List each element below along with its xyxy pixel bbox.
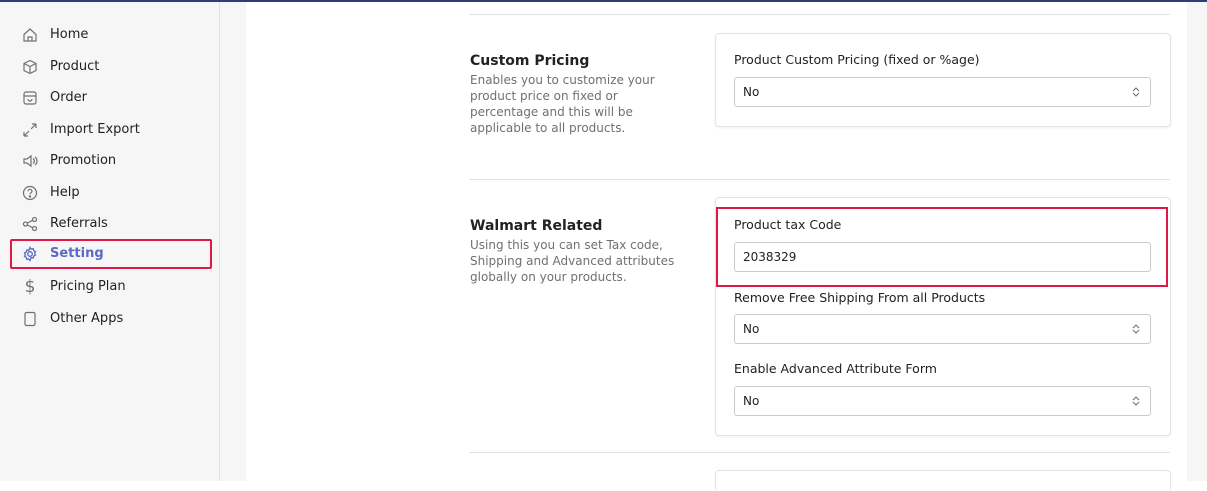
sidebar-item-import-export[interactable]: Import Export [10, 115, 212, 145]
free-shipping-select[interactable]: No [734, 314, 1151, 344]
select-chevron-icon [1132, 315, 1140, 343]
advanced-attribute-select[interactable]: No [734, 386, 1151, 416]
walmart-related-description: Using this you can set Tax code, Shippin… [470, 238, 675, 284]
promotion-icon [22, 153, 38, 169]
home-icon [22, 27, 38, 43]
select-value: No [743, 394, 760, 408]
sidebar-item-label: Product [50, 59, 100, 74]
sidebar-item-label: Promotion [50, 153, 117, 168]
sidebar-item-label: Order [50, 90, 87, 105]
sidebar-item-product[interactable]: Product [10, 52, 212, 82]
sidebar-item-order[interactable]: Order [10, 83, 212, 113]
sidebar: Home Product Order Import Export Promoti… [0, 2, 220, 481]
walmart-related-title: Walmart Related [470, 218, 603, 234]
referrals-icon [22, 216, 38, 232]
select-chevron-icon [1132, 387, 1140, 415]
tax-code-highlight [716, 207, 1168, 287]
apps-icon [22, 311, 38, 327]
select-value: No [743, 85, 760, 99]
sidebar-item-referrals[interactable]: Referrals [10, 209, 212, 239]
sidebar-item-label: Pricing Plan [50, 279, 126, 294]
sidebar-item-label: Home [50, 27, 89, 42]
sidebar-item-label: Help [50, 185, 80, 200]
sidebar-item-promotion[interactable]: Promotion [10, 146, 212, 176]
sidebar-item-setting[interactable]: Setting [10, 239, 212, 269]
import-export-icon [22, 122, 38, 138]
section-divider [469, 14, 1170, 15]
sidebar-item-label: Other Apps [50, 311, 124, 326]
content-gutter [220, 2, 246, 481]
help-icon [22, 185, 38, 201]
sidebar-item-label: Import Export [50, 122, 140, 137]
dollar-icon: $ [24, 277, 36, 297]
select-chevron-icon [1132, 78, 1140, 106]
section-divider [469, 179, 1170, 180]
gear-icon [22, 246, 38, 262]
custom-pricing-description: Enables you to customize your product pr… [470, 73, 655, 135]
sidebar-item-pricing-plan[interactable]: $ Pricing Plan [10, 272, 212, 302]
order-icon [22, 90, 38, 106]
product-icon [22, 59, 38, 75]
section-divider [469, 452, 1170, 453]
advanced-attribute-label: Enable Advanced Attribute Form [734, 361, 937, 376]
sidebar-item-label: Setting [50, 246, 104, 261]
sidebar-item-other-apps[interactable]: Other Apps [10, 304, 212, 334]
sidebar-item-home[interactable]: Home [10, 20, 212, 50]
custom-pricing-title: Custom Pricing [470, 53, 590, 69]
sidebar-item-label: Referrals [50, 216, 108, 231]
free-shipping-label: Remove Free Shipping From all Products [734, 290, 986, 305]
custom-pricing-select[interactable]: No [734, 77, 1151, 107]
select-value: No [743, 322, 760, 336]
right-gutter [1187, 2, 1207, 481]
sidebar-item-help[interactable]: Help [10, 178, 212, 208]
custom-pricing-label: Product Custom Pricing (fixed or %age) [734, 52, 980, 67]
